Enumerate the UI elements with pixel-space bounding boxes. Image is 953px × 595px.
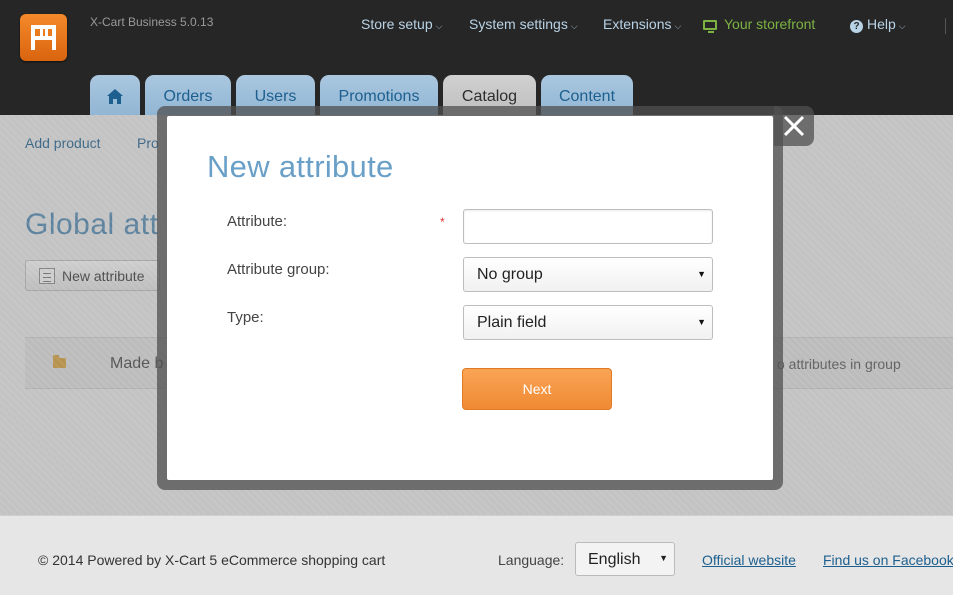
xcart-logo[interactable]	[20, 14, 67, 61]
footer: © 2014 Powered by X-Cart 5 eCommerce sho…	[0, 515, 953, 595]
dropdown-arrow-icon: ▼	[697, 317, 706, 327]
attribute-input[interactable]	[463, 209, 713, 244]
top-bar: X-Cart Business 5.0.13 Store setup ⌵ Syst…	[0, 0, 953, 120]
store-setup-menu[interactable]: Store setup ⌵	[361, 16, 442, 32]
dialog-title: New attribute	[207, 149, 394, 184]
monitor-icon	[703, 20, 717, 33]
type-select[interactable]: Plain field ▼	[463, 305, 713, 340]
language-label: Language:	[498, 552, 565, 568]
dropdown-arrow-icon: ▼	[659, 553, 668, 563]
version-label: X-Cart Business 5.0.13	[90, 15, 214, 29]
system-settings-label: System settings	[469, 16, 568, 32]
type-value: Plain field	[477, 314, 547, 331]
help-icon: ?	[850, 20, 863, 33]
language-select[interactable]: English ▼	[575, 542, 675, 576]
attribute-group-label: Attribute group:	[227, 261, 330, 278]
close-icon	[783, 115, 805, 137]
chevron-down-icon: ⌵	[898, 21, 906, 31]
official-website-link[interactable]: Official website	[702, 552, 796, 568]
chevron-down-icon: ⌵	[674, 21, 682, 31]
storefront-label: Your storefront	[724, 16, 816, 32]
extensions-menu[interactable]: Extensions ⌵	[603, 16, 681, 32]
cart-logo-icon	[31, 25, 56, 50]
close-button[interactable]	[774, 106, 814, 146]
chevron-down-icon: ⌵	[435, 21, 443, 31]
chevron-down-icon: ⌵	[570, 21, 578, 31]
attribute-group-value: No group	[477, 266, 543, 283]
attribute-group-select[interactable]: No group ▼	[463, 257, 713, 292]
language-value: English	[588, 551, 641, 568]
type-label: Type:	[227, 309, 264, 326]
required-mark: *	[440, 215, 445, 229]
tab-home[interactable]	[90, 75, 140, 120]
help-menu[interactable]: ? Help ⌵	[850, 16, 906, 33]
store-setup-label: Store setup	[361, 16, 433, 32]
facebook-link[interactable]: Find us on Facebook	[823, 552, 953, 568]
next-button[interactable]: Next	[462, 368, 612, 410]
copyright-text: © 2014 Powered by X-Cart 5 eCommerce sho…	[38, 552, 386, 568]
attribute-label: Attribute:	[227, 213, 288, 230]
help-label: Help	[867, 16, 896, 32]
storefront-link[interactable]: Your storefront	[703, 16, 816, 33]
home-icon	[107, 89, 123, 104]
extensions-label: Extensions	[603, 16, 672, 32]
header-divider	[945, 18, 946, 34]
dropdown-arrow-icon: ▼	[697, 269, 706, 279]
system-settings-menu[interactable]: System settings ⌵	[469, 16, 578, 32]
